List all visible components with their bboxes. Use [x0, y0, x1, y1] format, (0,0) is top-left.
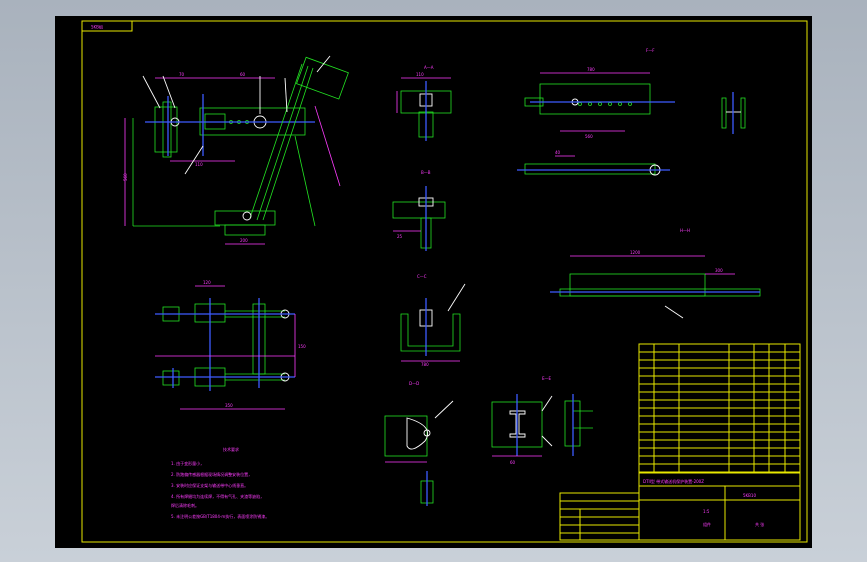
detail-view-e: E—E 60 — [491, 376, 593, 465]
dim-h-len: 1200 — [630, 250, 641, 255]
dim-main-height: 560 — [123, 173, 128, 181]
detail-view-f: F—F 780 560 40 — [517, 48, 675, 176]
dim-f-len: 780 — [587, 67, 595, 72]
corner-tag-box — [81, 20, 133, 32]
dim-plan-len: 350 — [225, 403, 233, 408]
dim-a: 110 — [416, 72, 424, 77]
parts-list-table — [638, 343, 801, 474]
label-d: D—D — [409, 381, 419, 386]
label-a: A—A — [424, 65, 434, 70]
notes-heading: 技术要求 — [223, 446, 239, 452]
detail-view-d: D—D — [384, 381, 454, 506]
detail-view-a: A—A 110 — [396, 65, 452, 141]
dim-main-top2: 60 — [240, 72, 246, 77]
drawing-number: 5KB10 — [743, 493, 756, 498]
label-e: E—E — [542, 376, 552, 381]
title-sheet: 共 张 — [755, 521, 764, 527]
main-assembly-view: 560 70 60 200 110 — [123, 55, 349, 245]
plan-view: 350 120 150 — [155, 280, 306, 410]
dim-b: 25 — [397, 234, 403, 239]
dim-h-side: 300 — [715, 268, 723, 273]
corner-tag: 5KB组 — [91, 24, 103, 30]
dim-main-top: 70 — [179, 72, 185, 77]
detail-view-b: B—B 25 — [392, 170, 446, 251]
title-block: DTII型 带式输送机保护装置-200Z 5KB10 1:5 组件 共 张 — [559, 472, 801, 541]
dim-main-mid: 110 — [195, 162, 203, 167]
note-line-2: 2. 防跑偏传感器根据现场情况调整安装位置， — [171, 471, 252, 477]
note-line-1: 1. 由于变形量小， — [171, 460, 204, 466]
detail-view-g — [721, 92, 746, 134]
dim-e: 60 — [510, 460, 516, 465]
note-line-6: 5. 未注明公差按GB/T1804-m执行，表面喷涂防锈漆。 — [171, 513, 269, 519]
title-text: DTII型 带式输送机保护装置-200Z — [643, 478, 704, 484]
dim-plan-right: 150 — [298, 344, 306, 349]
note-line-3: 3. 安装时应保证支架与输送带中心线垂直。 — [171, 482, 248, 488]
detail-view-c: C—C 780 — [400, 274, 466, 367]
note-line-4: 4. 所有焊缝均为连续焊，不得有气孔、夹渣等缺陷， — [171, 493, 264, 499]
technical-notes: 技术要求 1. 由于变形量小， 2. 防跑偏传感器根据现场情况调整安装位置， 3… — [171, 446, 269, 519]
dim-c: 780 — [421, 362, 429, 367]
dim-f-mid: 560 — [585, 134, 593, 139]
title-material: 组件 — [703, 521, 711, 527]
label-h: H—H — [680, 228, 690, 233]
dim-plan-top: 120 — [203, 280, 211, 285]
drawing-canvas: 5KB组 560 70 60 200 110 350 120 150 A—A 1… — [81, 20, 808, 543]
label-c: C—C — [417, 274, 427, 279]
title-scale: 1:5 — [703, 509, 710, 514]
note-line-5: 焊后清除毛刺。 — [171, 502, 199, 508]
label-b: B—B — [421, 170, 431, 175]
label-f: F—F — [646, 48, 655, 53]
detail-view-h: H—H 1200 300 — [550, 228, 761, 319]
drawing-sheet: 5KB组 560 70 60 200 110 350 120 150 A—A 1… — [55, 16, 812, 548]
cad-viewport[interactable]: 5KB组 560 70 60 200 110 350 120 150 A—A 1… — [0, 0, 867, 562]
dim-main-base: 200 — [240, 238, 248, 243]
dim-f-sub: 40 — [555, 150, 561, 155]
